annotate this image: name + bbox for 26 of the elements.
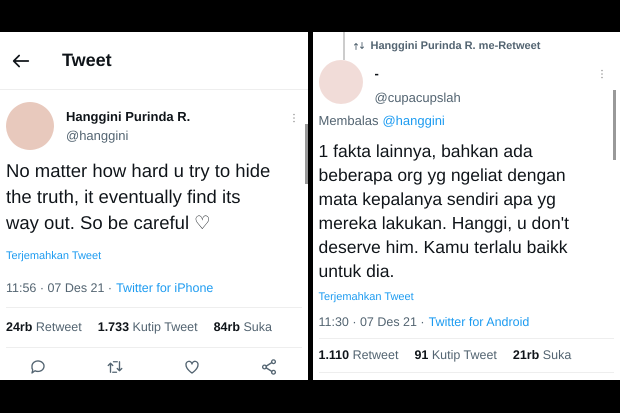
tweet-text: 1 fakta lainnya, bahkan ada beberapa org yg ngeliat dengan mata kepalanya sendiri apa yg mereka lakukan. Hanggi, u don't deserve him. Kamu terlalu baikk untuk dia.: [318, 140, 570, 282]
share-icon[interactable]: [260, 358, 278, 376]
author-name[interactable]: -: [374, 64, 461, 84]
author-handle[interactable]: @hanggini: [66, 126, 190, 146]
author-handle[interactable]: @cupacupslah: [374, 88, 461, 107]
author-name[interactable]: Hanggini Purinda R.: [66, 106, 190, 126]
retweet-icon[interactable]: [106, 358, 124, 376]
avatar-placeholder: [6, 102, 54, 150]
page-title: Tweet: [62, 49, 112, 72]
stat-link[interactable]: 91 Kutip Tweet: [414, 346, 497, 364]
reply-label: Membalas: [318, 112, 378, 130]
tweet-timestamp: 11:30 · 07 Des 21 ·: [318, 314, 425, 331]
avatar-placeholder: [318, 60, 362, 104]
scrollbar: [613, 90, 616, 160]
stat-link[interactable]: 24rb Retweet: [6, 318, 82, 337]
retweet-notice: Hanggini Purinda R. me-Retweet: [370, 38, 540, 54]
tweet-timestamp: 11:56 · 07 Des 21 ·: [6, 280, 112, 296]
reply-icon[interactable]: [29, 358, 48, 376]
scrollbar: [304, 124, 308, 184]
stat-link[interactable]: 21rb Suka: [512, 346, 572, 364]
stat-link[interactable]: 1.733 Kutip Tweet: [98, 318, 198, 337]
heart-icon[interactable]: [183, 358, 202, 376]
tweet-text: No matter how hard u try to hide the truth, it eventually find its way out. So be careful ♡: [5, 159, 272, 235]
stat-link[interactable]: 1.110 Retweet: [318, 346, 398, 364]
stat-link[interactable]: 84rb Suka: [214, 318, 272, 337]
retweet-icon: [352, 40, 364, 52]
